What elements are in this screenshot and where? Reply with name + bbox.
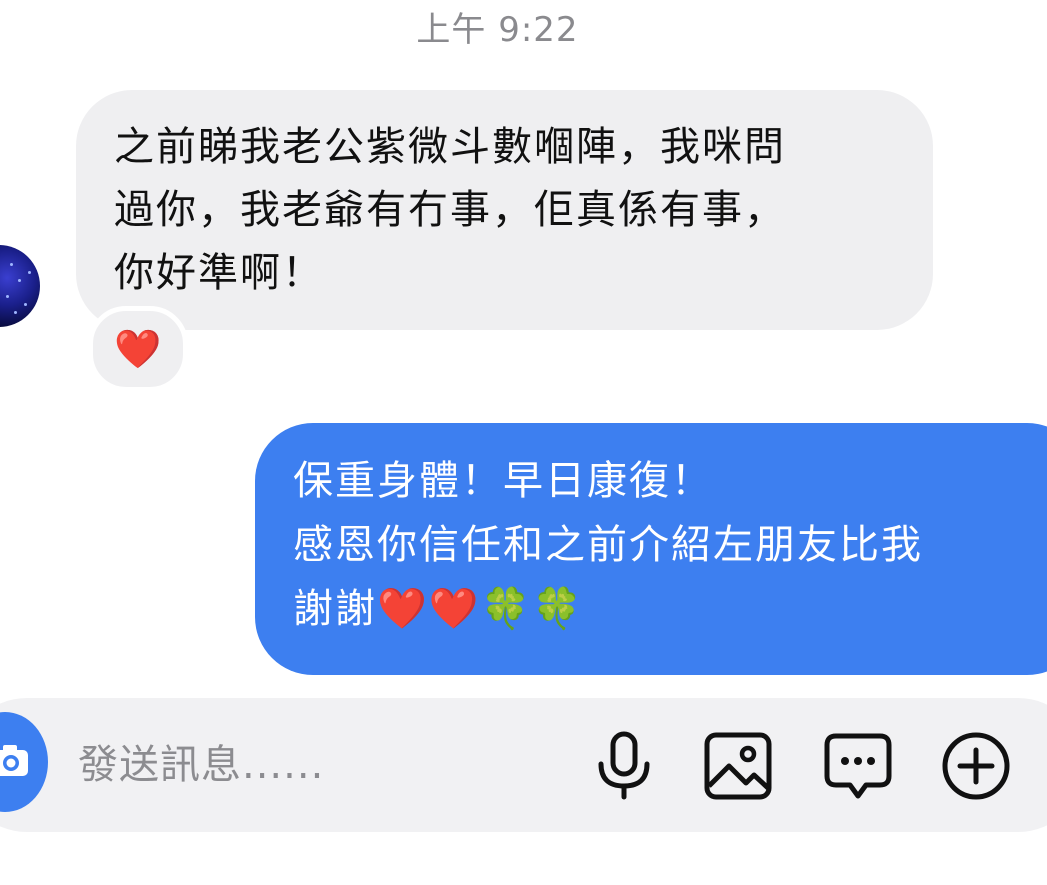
image-icon[interactable]	[702, 730, 774, 802]
microphone-icon[interactable]	[588, 730, 660, 802]
add-icon[interactable]	[940, 730, 1012, 802]
message-text: 感恩你信任和之前介紹左朋友比我	[293, 522, 923, 568]
message-text: 過你，我老爺有冇事，佢真係有事，	[114, 187, 786, 233]
message-input[interactable]	[78, 735, 558, 795]
avatar[interactable]	[0, 245, 40, 327]
camera-icon	[0, 745, 28, 776]
message-text: 你好準啊！	[114, 250, 324, 296]
chat-screen: 上午 9:22 之前睇我老公紫微斗數嗰陣，我咪問 過你，我老爺有冇事，佢真係有事…	[0, 0, 1047, 885]
sticker-message-icon[interactable]	[822, 730, 894, 802]
message-text: 之前睇我老公紫微斗數嗰陣，我咪問	[114, 124, 786, 170]
heart-reaction-badge[interactable]: ❤️	[88, 306, 188, 392]
message-text: 保重身體！早日康復！	[293, 458, 713, 504]
incoming-message-bubble[interactable]: 之前睇我老公紫微斗數嗰陣，我咪問 過你，我老爺有冇事，佢真係有事， 你好準啊！	[76, 90, 933, 330]
message-timestamp: 上午 9:22	[416, 10, 579, 50]
outgoing-message-bubble[interactable]: 保重身體！早日康復！ 感恩你信任和之前介紹左朋友比我 謝謝❤️❤️🍀🍀	[255, 423, 1047, 675]
message-text: 謝謝❤️❤️🍀🍀	[293, 586, 585, 632]
